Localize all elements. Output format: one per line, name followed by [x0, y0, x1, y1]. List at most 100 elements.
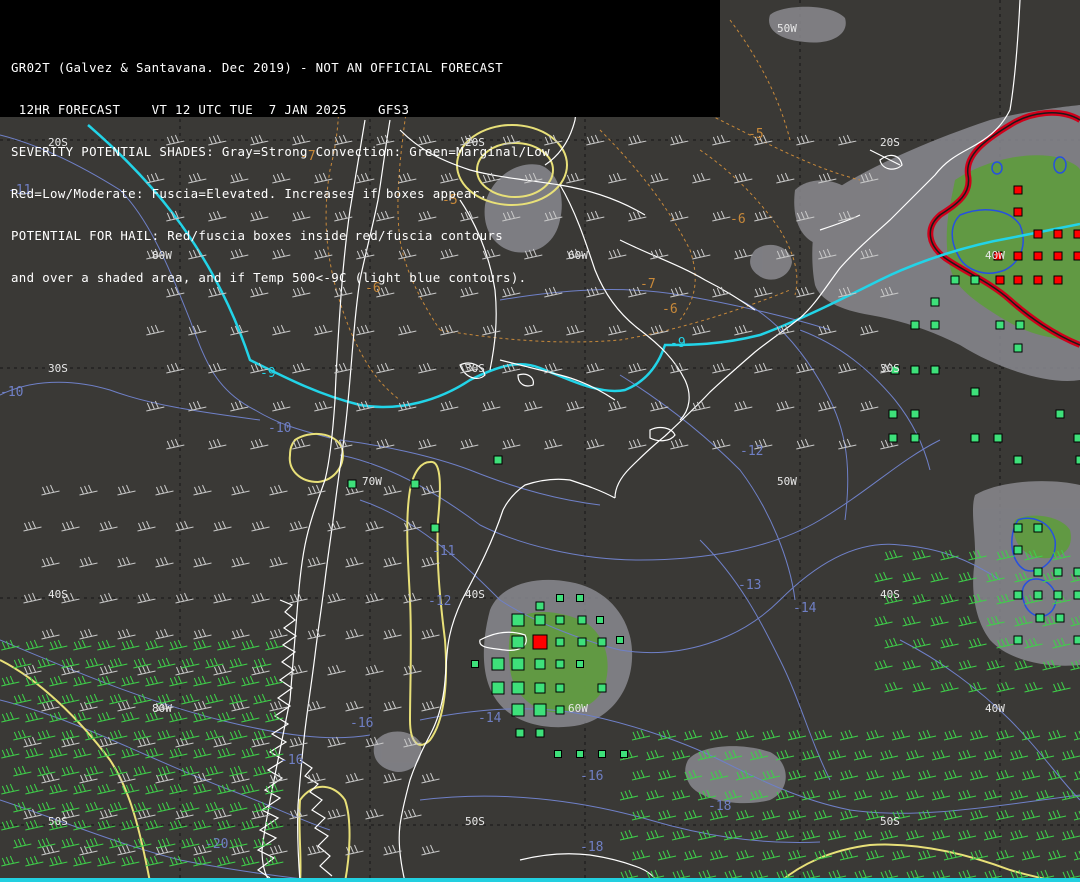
hail-box-green — [1035, 613, 1045, 623]
orange-contour-label: -5 — [748, 127, 764, 142]
hail-box-green — [511, 613, 525, 627]
hail-box-green — [1073, 590, 1080, 600]
header-line: 12HR FORECAST VT 12 UTC TUE 7 JAN 2025 G… — [11, 103, 410, 117]
hail-box-green — [1013, 343, 1023, 353]
lat-label: 50S — [48, 815, 68, 828]
hail-box-green — [910, 320, 920, 330]
hail-box-green — [576, 750, 584, 758]
hail-box-green — [1053, 590, 1063, 600]
hail-box-green — [616, 636, 624, 644]
hail-box-green — [534, 658, 546, 670]
hail-box-red — [1053, 275, 1063, 285]
forecast-header: GR02T (Galvez & Santavana. Dec 2019) - N… — [0, 0, 720, 285]
header-line: GR02T (Galvez & Santavana. Dec 2019) - N… — [11, 61, 504, 75]
hail-box-red — [1073, 251, 1080, 261]
blue-contour-label: -14 — [793, 601, 817, 616]
hail-box-red — [1053, 251, 1063, 261]
hail-box-green — [511, 657, 525, 671]
lon-label: 50W — [777, 22, 797, 35]
hail-box-green — [930, 297, 940, 307]
header-line: Red=Low/Moderate: Fuscia=Elevated. Incre… — [11, 187, 488, 201]
header-line: POTENTIAL FOR HAIL: Red/fuscia boxes ins… — [11, 229, 504, 243]
blue-contour-label: -10 — [0, 385, 23, 400]
hail-box-green — [1013, 590, 1023, 600]
orange-contour-label: -6 — [662, 302, 678, 317]
bottom-border — [0, 878, 1080, 882]
blue-contour-label: -13 — [738, 578, 761, 593]
hail-box-green — [993, 433, 1003, 443]
hail-box-green — [1055, 613, 1065, 623]
lat-label: 40S — [48, 588, 68, 601]
hail-box-green — [596, 616, 604, 624]
hail-box-green — [410, 479, 420, 489]
hail-box-green — [576, 594, 584, 602]
hail-box-green — [598, 750, 606, 758]
hail-box-green — [1013, 523, 1023, 533]
hail-box-green — [910, 365, 920, 375]
lat-label: 20S — [880, 136, 900, 149]
hail-box-green — [491, 657, 505, 671]
lon-label: 40W — [985, 702, 1005, 715]
hail-box-green — [535, 728, 545, 738]
blue-contour-label: -10 — [268, 421, 291, 436]
blue-contour-label: -12 — [740, 444, 763, 459]
hail-box-green — [491, 681, 505, 695]
lon-label: 50W — [777, 475, 797, 488]
blue-contour-label: -16 — [580, 769, 603, 784]
hail-box-green — [1073, 635, 1080, 645]
hail-box-green — [1073, 433, 1080, 443]
hail-box-green — [1073, 567, 1080, 577]
hail-box-green — [950, 275, 960, 285]
hail-box-green — [597, 637, 607, 647]
hail-box-red — [1033, 275, 1043, 285]
blue-contour-label: -18 — [580, 840, 603, 855]
hail-box-green — [555, 637, 565, 647]
hail-box-green — [576, 660, 584, 668]
hail-box-green — [347, 479, 357, 489]
hail-box-green — [1013, 455, 1023, 465]
hail-box-green — [597, 683, 607, 693]
blue-contour-label: -11 — [432, 544, 455, 559]
hail-box-green — [970, 387, 980, 397]
hail-box-green — [471, 660, 479, 668]
blue-contour-label: -20 — [205, 837, 228, 852]
hail-box-green — [1015, 320, 1025, 330]
hail-box-red — [1033, 251, 1043, 261]
hail-box-green — [620, 750, 628, 758]
hail-box-green — [930, 320, 940, 330]
hail-box-green — [493, 455, 503, 465]
hail-box-green — [1075, 455, 1080, 465]
hail-box-red — [995, 275, 1005, 285]
hail-box-green — [511, 635, 525, 649]
blue-contour-label: -16 — [280, 753, 303, 768]
hail-box-green — [430, 523, 440, 533]
hail-box-green — [1055, 409, 1065, 419]
lat-label: 30S — [48, 362, 68, 375]
hail-box-green — [910, 409, 920, 419]
hail-box-green — [995, 320, 1005, 330]
hail-box-red — [1013, 251, 1023, 261]
lon-label: 40W — [985, 249, 1005, 262]
blue-contour-label: -18 — [708, 799, 731, 814]
lon-label: 80W — [152, 702, 172, 715]
hail-box-green — [1033, 523, 1043, 533]
hail-box-green — [577, 637, 587, 647]
lat-label: 40S — [880, 588, 900, 601]
hail-box-green — [970, 275, 980, 285]
header-line: and over a shaded area, and if Temp 500<… — [11, 271, 527, 285]
hail-box-green — [535, 601, 545, 611]
cyan-contour-label: -9 — [670, 336, 686, 351]
hail-box-red — [1073, 229, 1080, 239]
hail-box-green — [1033, 567, 1043, 577]
lat-label: 30S — [465, 362, 485, 375]
hail-box-green — [910, 433, 920, 443]
lat-label: 50S — [465, 815, 485, 828]
hail-box-green — [554, 750, 562, 758]
hail-box-green — [511, 681, 525, 695]
header-line: SEVERITY POTENTIAL SHADES: Gray=Strong C… — [11, 145, 550, 159]
hail-box-green — [577, 615, 587, 625]
hail-box-green — [1033, 590, 1043, 600]
hail-box-green — [555, 659, 565, 669]
lon-label: 60W — [568, 702, 588, 715]
blue-contour-label: -12 — [428, 594, 451, 609]
